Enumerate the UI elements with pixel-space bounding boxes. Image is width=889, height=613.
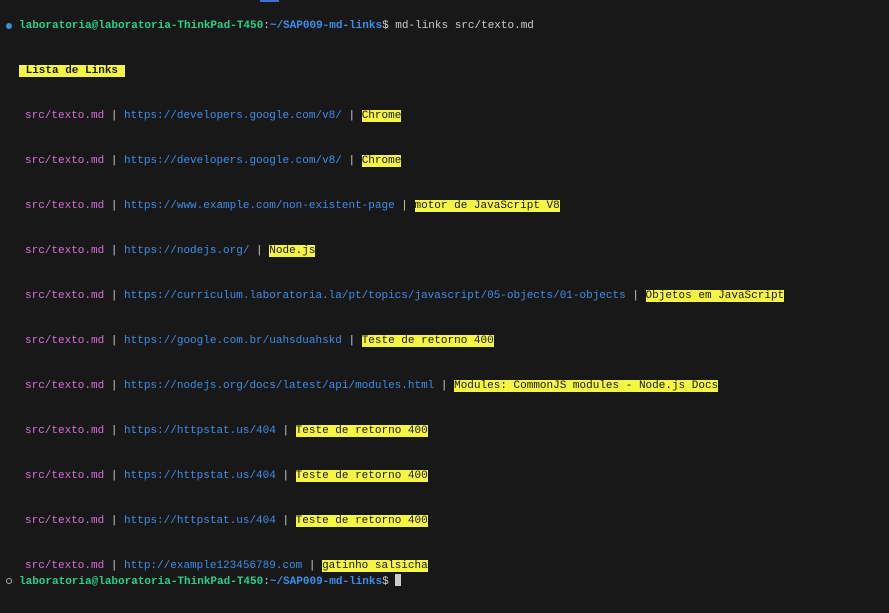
final-prompt-path: ~/SAP009-md-links bbox=[269, 576, 383, 588]
link-row: src/texto.md | https://www.example.com/n… bbox=[25, 199, 560, 213]
link-separator: | bbox=[104, 380, 125, 392]
link-file: src/texto.md bbox=[25, 110, 105, 122]
final-prompt-symbol: $ bbox=[382, 576, 396, 588]
link-separator: | bbox=[275, 515, 296, 527]
link-separator: | bbox=[104, 560, 125, 572]
link-url[interactable]: https://curriculum.laboratoria.la/pt/top… bbox=[124, 290, 626, 302]
final-prompt-user: laboratoria@laboratoria-ThinkPad-T450 bbox=[19, 576, 264, 588]
link-url[interactable]: https://developers.google.com/v8/ bbox=[124, 110, 342, 122]
link-url[interactable]: https://google.com.br/uahsduahskd bbox=[124, 335, 342, 347]
prompt-colon: : bbox=[263, 20, 270, 32]
link-row: src/texto.md | https://httpstat.us/404 |… bbox=[25, 424, 428, 438]
link-url[interactable]: https://httpstat.us/404 bbox=[124, 515, 276, 527]
link-separator: | bbox=[394, 200, 415, 212]
link-file: src/texto.md bbox=[25, 200, 105, 212]
text-cursor[interactable] bbox=[395, 574, 402, 586]
link-url[interactable]: https://httpstat.us/404 bbox=[124, 425, 276, 437]
link-file: src/texto.md bbox=[25, 335, 105, 347]
link-text: Objetos em JavaScript bbox=[645, 290, 785, 302]
link-separator: | bbox=[341, 155, 362, 167]
link-separator: | bbox=[275, 425, 296, 437]
prompt-command: md-links src/texto.md bbox=[388, 20, 534, 32]
link-row: src/texto.md | https://httpstat.us/404 |… bbox=[25, 469, 428, 483]
link-separator: | bbox=[104, 425, 125, 437]
link-separator: | bbox=[302, 560, 323, 572]
link-separator: | bbox=[104, 200, 125, 212]
link-separator: | bbox=[249, 245, 270, 257]
link-text: Teste de retorno 400 bbox=[361, 335, 494, 347]
final-prompt-colon: : bbox=[263, 576, 270, 588]
link-separator: | bbox=[104, 155, 125, 167]
link-separator: | bbox=[275, 470, 296, 482]
link-row: src/texto.md | https://developers.google… bbox=[25, 109, 402, 123]
link-text: Chrome bbox=[361, 155, 402, 167]
link-row: src/texto.md | https://nodejs.org/ | Nod… bbox=[25, 244, 316, 258]
link-text: motor de JavaScript V8 bbox=[414, 200, 560, 212]
link-text: Chrome bbox=[361, 110, 402, 122]
link-separator: | bbox=[104, 335, 125, 347]
active-prompt-line[interactable]: laboratoria@laboratoria-ThinkPad-T450:~/… bbox=[19, 574, 402, 588]
link-separator: | bbox=[625, 290, 646, 302]
prompt-symbol: $ bbox=[382, 20, 389, 32]
link-file: src/texto.md bbox=[25, 560, 105, 572]
link-text: Teste de retorno 400 bbox=[295, 515, 428, 527]
link-row: src/texto.md | https://google.com.br/uah… bbox=[25, 334, 494, 348]
link-url[interactable]: https://nodejs.org/ bbox=[124, 245, 249, 257]
link-separator: | bbox=[104, 110, 125, 122]
link-separator: | bbox=[104, 470, 125, 482]
link-text: Teste de retorno 400 bbox=[295, 470, 428, 482]
command-prompt-line: laboratoria@laboratoria-ThinkPad-T450:~/… bbox=[19, 19, 534, 33]
link-text: Node.js bbox=[269, 245, 316, 257]
link-url[interactable]: http://example123456789.com bbox=[124, 560, 302, 572]
terminal-window[interactable]: laboratoria@laboratoria-ThinkPad-T450:~/… bbox=[0, 0, 889, 613]
link-file: src/texto.md bbox=[25, 245, 105, 257]
link-separator: | bbox=[104, 515, 125, 527]
link-text: Teste de retorno 400 bbox=[295, 425, 428, 437]
link-url[interactable]: https://developers.google.com/v8/ bbox=[124, 155, 342, 167]
link-separator: | bbox=[104, 245, 125, 257]
link-row: src/texto.md | https://curriculum.labora… bbox=[25, 289, 785, 303]
link-row: src/texto.md | http://example123456789.c… bbox=[25, 559, 428, 573]
command-status-dot-icon[interactable] bbox=[6, 23, 12, 29]
link-url[interactable]: https://www.example.com/non-existent-pag… bbox=[124, 200, 395, 212]
prompt-status-dot-icon[interactable] bbox=[6, 578, 12, 584]
link-separator: | bbox=[341, 110, 362, 122]
link-separator: | bbox=[341, 335, 362, 347]
link-url[interactable]: https://httpstat.us/404 bbox=[124, 470, 276, 482]
scroll-indicator bbox=[260, 0, 279, 2]
link-file: src/texto.md bbox=[25, 380, 105, 392]
link-separator: | bbox=[104, 290, 125, 302]
link-file: src/texto.md bbox=[25, 470, 105, 482]
list-title-text: Lista de Links bbox=[19, 65, 125, 77]
prompt-user: laboratoria@laboratoria-ThinkPad-T450 bbox=[19, 20, 264, 32]
list-title: Lista de Links bbox=[19, 64, 125, 78]
link-file: src/texto.md bbox=[25, 290, 105, 302]
link-separator: | bbox=[434, 380, 455, 392]
link-row: src/texto.md | https://nodejs.org/docs/l… bbox=[25, 379, 719, 393]
link-file: src/texto.md bbox=[25, 155, 105, 167]
link-file: src/texto.md bbox=[25, 515, 105, 527]
link-row: src/texto.md | https://developers.google… bbox=[25, 154, 402, 168]
link-row: src/texto.md | https://httpstat.us/404 |… bbox=[25, 514, 428, 528]
link-text: gatinho salsicha bbox=[322, 560, 428, 572]
link-text: Modules: CommonJS modules - Node.js Docs bbox=[454, 380, 719, 392]
link-file: src/texto.md bbox=[25, 425, 105, 437]
link-url[interactable]: https://nodejs.org/docs/latest/api/modul… bbox=[124, 380, 434, 392]
prompt-path: ~/SAP009-md-links bbox=[269, 20, 383, 32]
